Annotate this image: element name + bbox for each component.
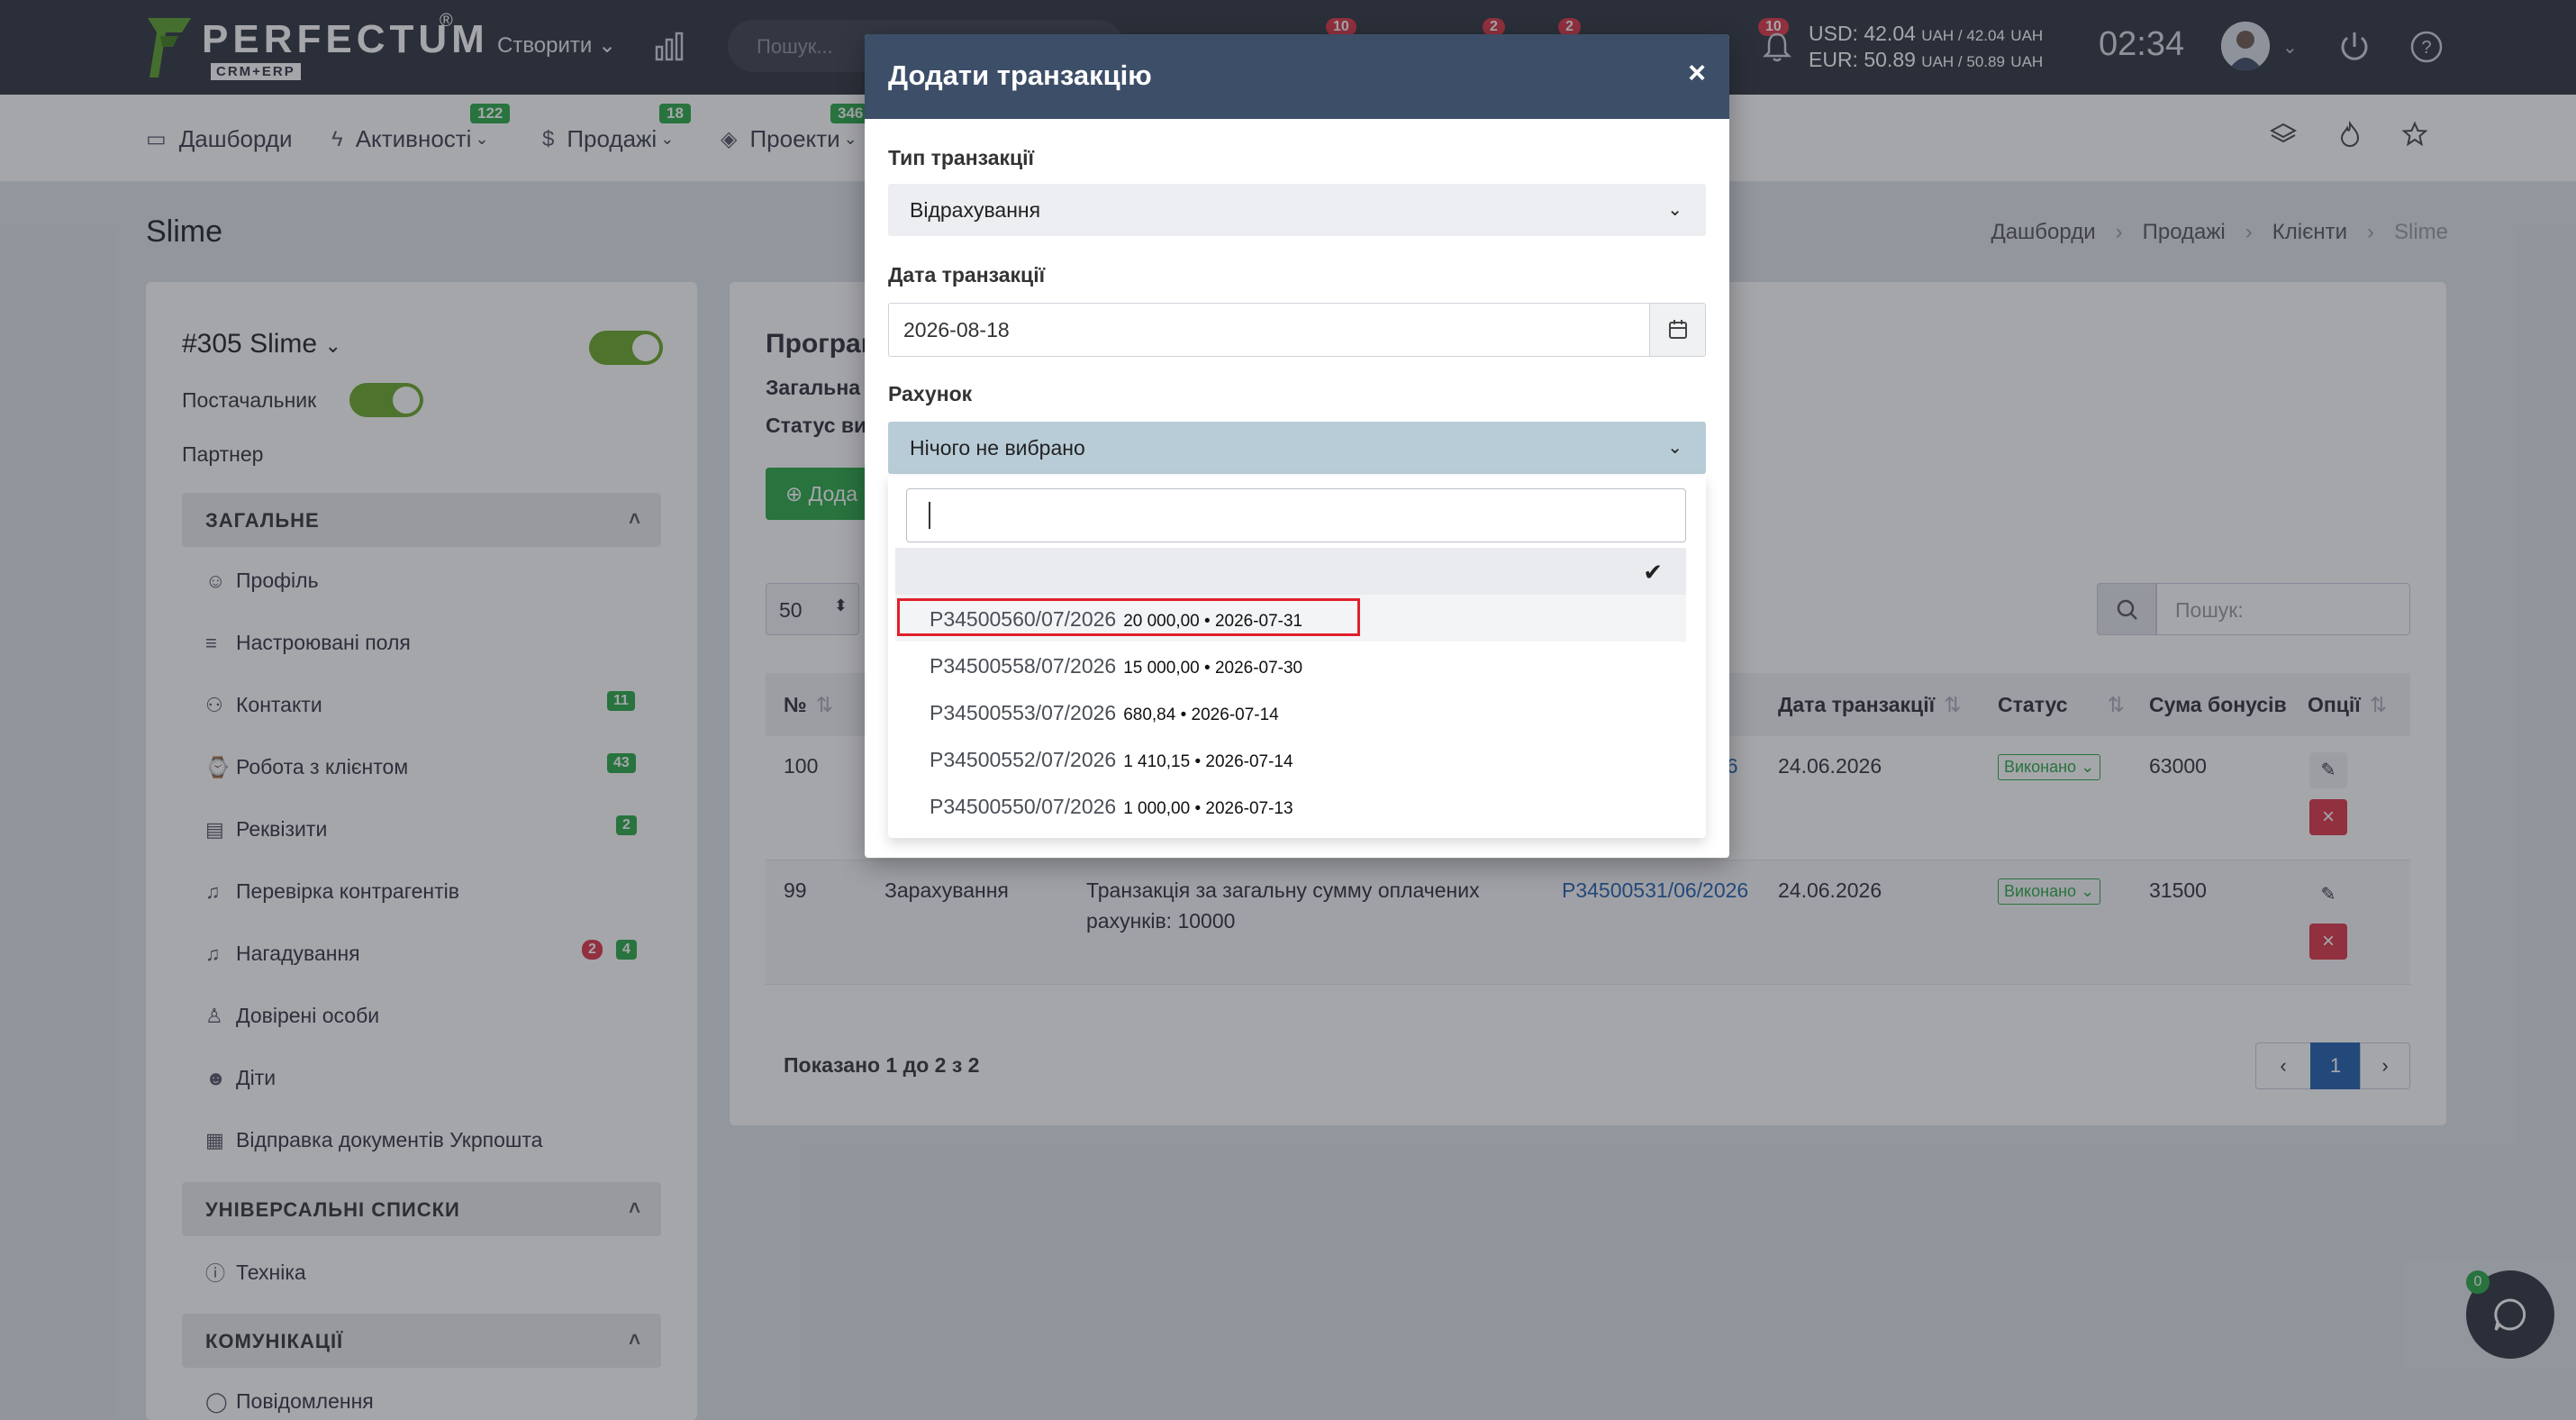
- dropdown-option[interactable]: P34500553/07/2026 680,84 • 2026-07-14: [895, 688, 1686, 735]
- transaction-type-select[interactable]: Відрахування ⌄: [888, 184, 1706, 236]
- option-number: P34500553/07/2026: [930, 701, 1117, 724]
- check-icon: ✔: [1643, 559, 1663, 586]
- calendar-icon: [1669, 320, 1687, 339]
- account-select[interactable]: Нічого не вибрано ⌄: [888, 422, 1706, 474]
- text-caret: [929, 502, 930, 529]
- close-icon[interactable]: ×: [1688, 56, 1706, 91]
- chevron-down-icon: ⌄: [1667, 200, 1683, 220]
- calendar-button[interactable]: [1650, 303, 1706, 357]
- option-meta: 1 000,00 • 2026-07-13: [1123, 799, 1293, 818]
- transaction-date-input[interactable]: 2026-08-18: [888, 303, 1650, 357]
- account-label: Рахунок: [888, 382, 973, 405]
- account-dropdown: ✔ P34500560/07/2026 20 000,00 • 2026-07-3…: [888, 476, 1706, 838]
- dropdown-search-input[interactable]: [906, 488, 1686, 542]
- option-meta: 680,84 • 2026-07-14: [1123, 705, 1279, 724]
- transaction-type-label: Тип транзакції: [888, 146, 1035, 169]
- select-value: Нічого не вибрано: [910, 436, 1085, 460]
- select-value: Відрахування: [910, 198, 1041, 222]
- option-meta: 1 410,15 • 2026-07-14: [1123, 752, 1293, 771]
- dropdown-option[interactable]: P34500558/07/2026 15 000,00 • 2026-07-30: [895, 642, 1686, 688]
- dropdown-option-none[interactable]: ✔: [895, 548, 1686, 595]
- option-number: P34500558/07/2026: [930, 654, 1117, 678]
- transaction-date-label: Дата транзакції: [888, 263, 1046, 287]
- dropdown-option[interactable]: P34500550/07/2026 1 000,00 • 2026-07-13: [895, 782, 1686, 829]
- modal-title: Додати транзакцію: [888, 59, 1152, 91]
- option-number: P34500550/07/2026: [930, 795, 1117, 818]
- option-number: P34500552/07/2026: [930, 748, 1117, 771]
- modal-header: Додати транзакцію ×: [865, 34, 1729, 119]
- dropdown-option[interactable]: P34500552/07/2026 1 410,15 • 2026-07-14: [895, 735, 1686, 782]
- option-meta: 15 000,00 • 2026-07-30: [1123, 659, 1303, 678]
- selection-highlight-box: [897, 598, 1360, 636]
- chevron-down-icon: ⌄: [1667, 438, 1683, 458]
